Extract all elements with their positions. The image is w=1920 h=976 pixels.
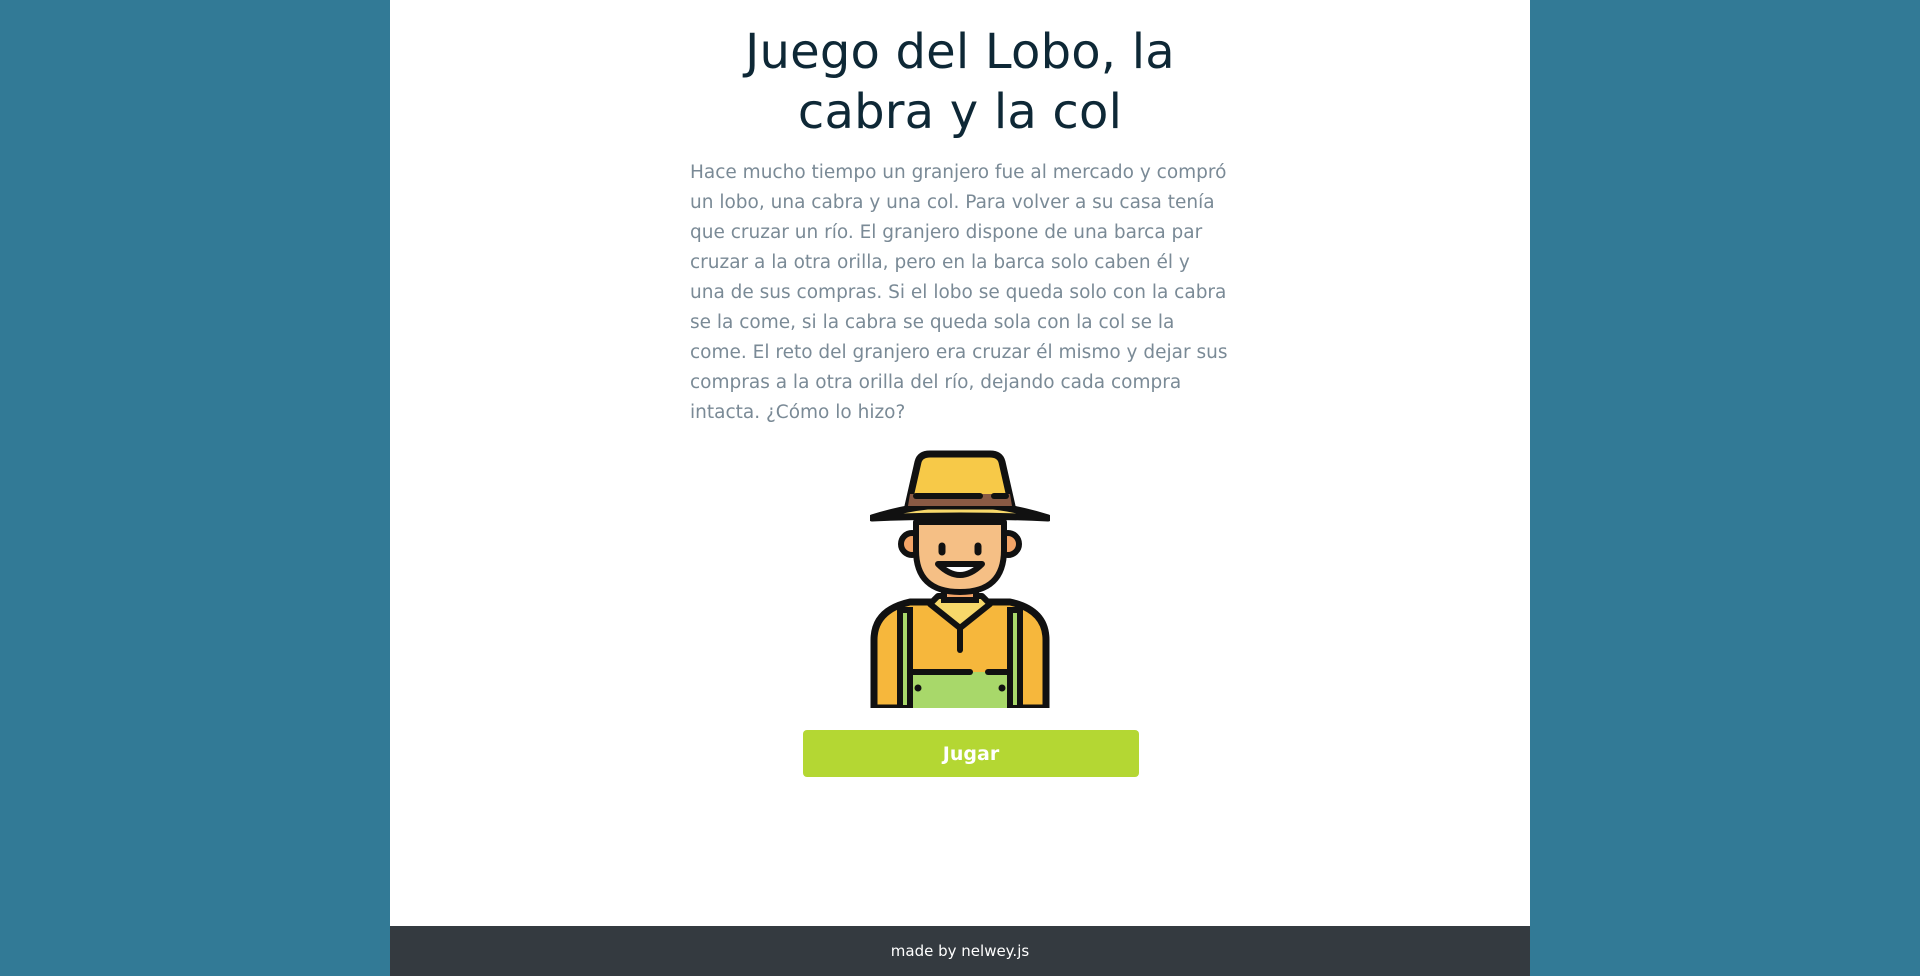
main-panel: Juego del Lobo, la cabra y la col Hace m… bbox=[390, 0, 1530, 976]
play-button[interactable]: Jugar bbox=[803, 730, 1139, 777]
game-description: Hace mucho tiempo un granjero fue al mer… bbox=[690, 162, 1228, 423]
farmer-icon bbox=[870, 450, 1050, 708]
footer-credit: made by nelwey.js bbox=[890, 942, 1030, 960]
play-button-row: Jugar bbox=[690, 730, 1230, 777]
footer: made by nelwey.js bbox=[390, 926, 1530, 976]
game-intro: Juego del Lobo, la cabra y la col Hace m… bbox=[690, 0, 1230, 926]
farmer-illustration bbox=[690, 450, 1230, 710]
page-title: Juego del Lobo, la cabra y la col bbox=[745, 24, 1175, 140]
